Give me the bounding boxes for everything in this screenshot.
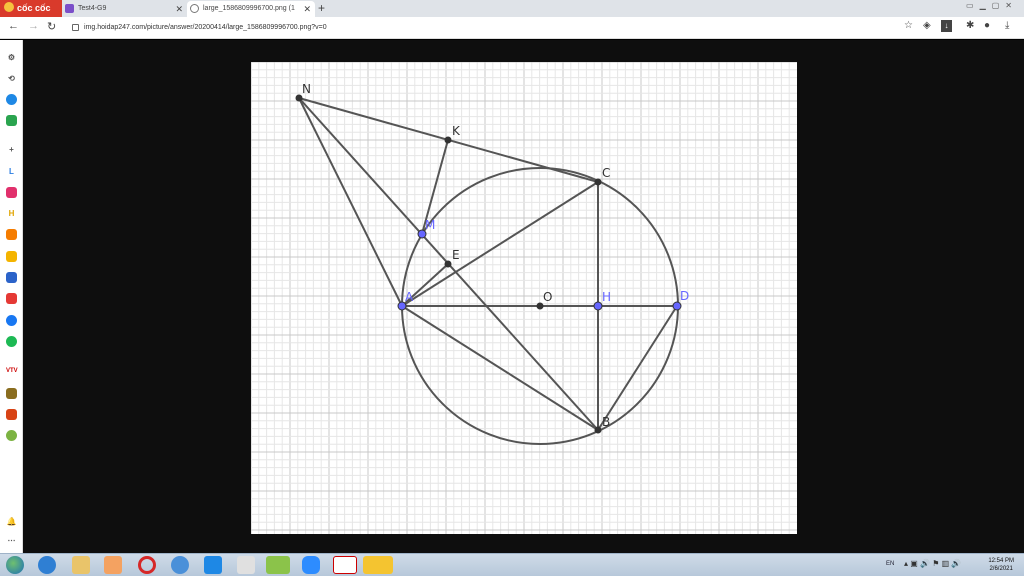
label-k: K	[452, 124, 461, 138]
clock-time: 12:54 PM	[988, 558, 1014, 564]
opera-icon[interactable]	[138, 556, 156, 574]
shield-icon[interactable]: ◈	[923, 20, 931, 31]
address-bar[interactable]: img.hoidap247.com/picture/answer/2020041…	[66, 20, 886, 36]
tab-strip: cốc cốc Test4-G9 ✕ large_1586809996700.p…	[0, 0, 1024, 17]
translate-icon[interactable]	[6, 272, 17, 283]
clock[interactable]: 12:54 PM 2/6/2021	[988, 557, 1014, 573]
label-o: O	[543, 290, 552, 304]
warning-app-icon[interactable]	[363, 556, 393, 574]
zoom-icon[interactable]	[302, 556, 320, 574]
game-icon[interactable]	[6, 115, 17, 126]
clock-date: 2/6/2021	[989, 566, 1013, 572]
extensions-icon[interactable]: ✱	[966, 20, 974, 31]
tab-image[interactable]: large_1586809996700.png (1 ✕	[187, 1, 315, 17]
tab-test4[interactable]: Test4-G9 ✕	[62, 1, 187, 17]
sidebar: ⚙ ⟲ + L H VTV 🔔 ⋯	[0, 40, 23, 553]
label-b: B	[602, 415, 610, 429]
coccoc-brand-button[interactable]: cốc cốc	[0, 0, 62, 17]
label-h: H	[602, 290, 611, 304]
label-n: N	[302, 82, 311, 96]
new-tab-button[interactable]: +	[318, 0, 325, 16]
star-icon[interactable]: ☆	[904, 20, 913, 31]
h-app-icon[interactable]: H	[6, 208, 17, 219]
downloads-bar-icon[interactable]: ⤓	[1005, 20, 1009, 31]
spotify-icon[interactable]	[6, 336, 17, 347]
app-icon[interactable]	[204, 556, 222, 574]
reload-icon[interactable]: ↻	[47, 20, 56, 33]
history-icon[interactable]: ⟲	[6, 73, 17, 84]
add-icon[interactable]: +	[6, 144, 17, 155]
coccoc-app-icon[interactable]	[6, 430, 17, 441]
instagram-icon[interactable]	[6, 187, 17, 198]
folder-icon[interactable]	[72, 556, 90, 574]
messenger-icon[interactable]	[6, 94, 17, 105]
label-m: M	[425, 218, 435, 232]
url-text: img.hoidap247.com/picture/answer/2020041…	[84, 24, 327, 31]
youtube-icon[interactable]	[6, 293, 17, 304]
play-icon[interactable]	[6, 229, 17, 240]
back-icon[interactable]: ←	[8, 20, 19, 32]
vtv-icon[interactable]: VTV	[6, 366, 18, 377]
game-app-2-icon[interactable]	[6, 409, 17, 420]
point-h	[593, 301, 603, 311]
calendar-icon[interactable]	[333, 556, 357, 574]
globe-icon	[190, 4, 199, 13]
label-e: E	[452, 248, 460, 262]
skype-icon[interactable]	[171, 556, 189, 574]
bell-icon[interactable]: 🔔	[6, 516, 17, 527]
screen: cốc cốc Test4-G9 ✕ large_1586809996700.p…	[0, 0, 1024, 576]
tray-icons[interactable]: ▴ ▣ 🔊 ⚑ ▥ 🔊	[904, 559, 961, 568]
close-icon[interactable]: ✕	[175, 1, 183, 17]
media-player-icon[interactable]	[104, 556, 122, 574]
close-icon[interactable]: ✕	[303, 1, 311, 17]
tab-title: large_1586809996700.png (1	[203, 5, 295, 12]
label-d: D	[680, 289, 689, 303]
point-c	[594, 178, 602, 186]
ie-icon[interactable]	[38, 556, 56, 574]
download-icon[interactable]: ↓	[941, 20, 952, 32]
forms-icon	[65, 4, 74, 13]
point-e	[444, 260, 452, 268]
facebook-icon[interactable]	[6, 315, 17, 326]
start-button[interactable]	[6, 556, 24, 574]
image-viewer: N K C M E A O H D B	[23, 40, 1024, 553]
tab-title: Test4-G9	[78, 5, 107, 12]
game-app-icon[interactable]	[6, 388, 17, 399]
profile-icon[interactable]: ●	[984, 20, 990, 31]
forward-icon[interactable]: →	[28, 20, 39, 32]
windows-taskbar: EN ▴ ▣ 🔊 ⚑ ▥ 🔊 12:54 PM 2/6/2021	[0, 553, 1024, 576]
window-controls[interactable]: ▭▁▢✕	[966, 1, 1018, 10]
l-app-icon[interactable]: L	[6, 166, 17, 177]
gear-icon[interactable]: ⚙	[6, 52, 17, 63]
notes-icon[interactable]	[237, 556, 255, 574]
point-k	[444, 136, 452, 144]
coccoc-task-icon[interactable]	[266, 556, 290, 574]
label-c: C	[602, 166, 610, 180]
n-app-icon[interactable]	[6, 251, 17, 262]
point-b	[594, 426, 602, 434]
label-a: A	[405, 290, 414, 304]
coccoc-logo-icon	[4, 2, 14, 12]
brand-label: cốc cốc	[17, 3, 51, 13]
language-indicator[interactable]: EN	[886, 561, 894, 567]
geometry-figure: N K C M E A O H D B	[251, 62, 797, 534]
more-icon[interactable]: ⋯	[6, 535, 17, 546]
lock-icon	[72, 24, 79, 31]
point-d	[672, 301, 682, 311]
browser-toolbar: ← → ↻ img.hoidap247.com/picture/answer/2…	[0, 17, 1024, 39]
